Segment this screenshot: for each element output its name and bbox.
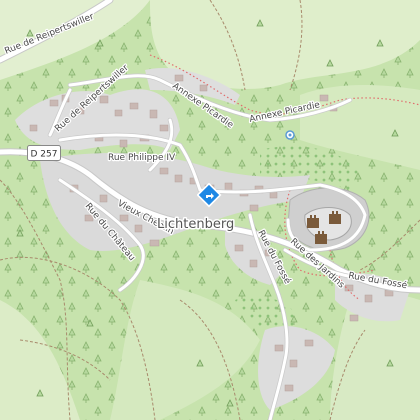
directions-marker-icon[interactable] xyxy=(197,183,223,209)
poi-circle-icon[interactable] xyxy=(284,129,296,141)
castle-icon[interactable] xyxy=(305,208,355,250)
road-shield: D 257 xyxy=(27,145,61,161)
map-canvas[interactable]: D 257 Rue de Reipertswiller Rue de Reipe… xyxy=(0,0,420,420)
road-shield-label: D 257 xyxy=(31,150,58,160)
map-layer xyxy=(0,0,420,420)
